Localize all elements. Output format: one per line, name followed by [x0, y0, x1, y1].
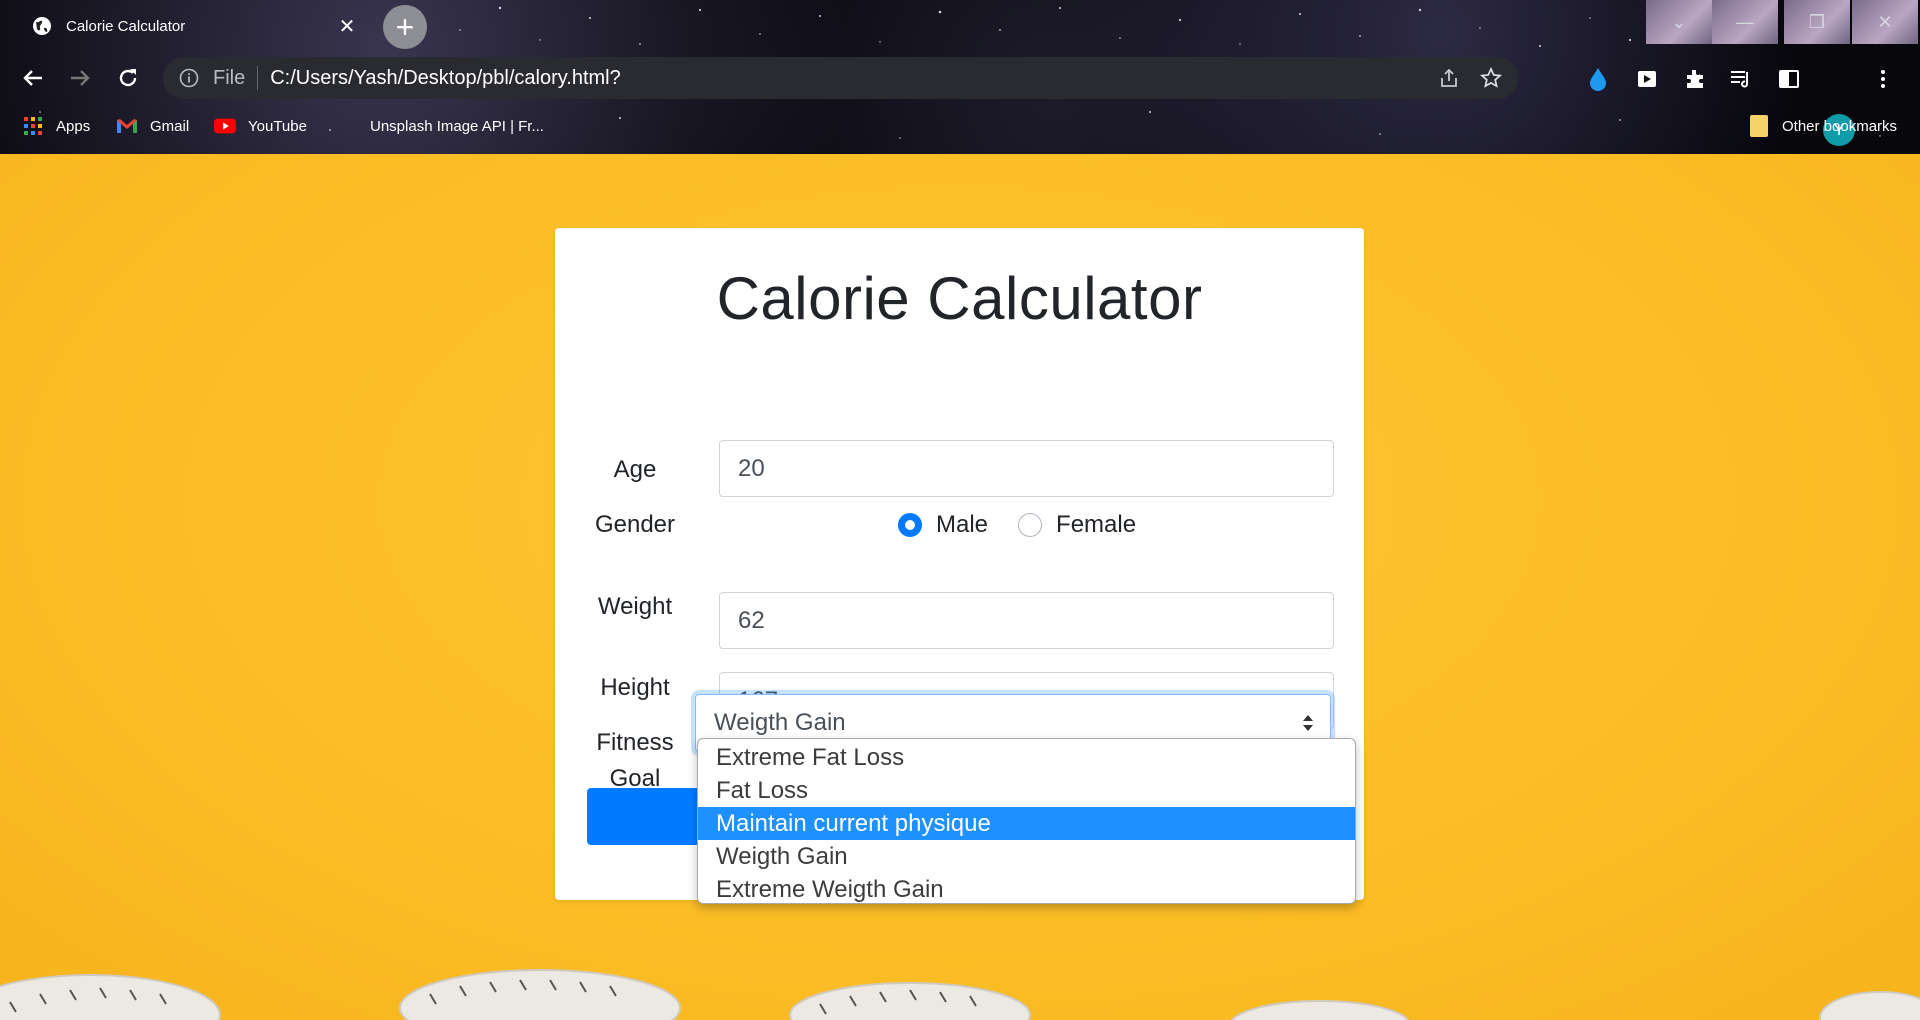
- weight-label: Weight: [597, 593, 673, 620]
- close-tab-icon[interactable]: ✕: [336, 15, 358, 38]
- bookmark-label: YouTube: [248, 117, 307, 135]
- new-tab-button[interactable]: +: [383, 5, 427, 49]
- minimize-icon[interactable]: —: [1712, 0, 1778, 44]
- bookmark-label: Unsplash Image API | Fr...: [370, 117, 544, 135]
- extensions-icon[interactable]: [1680, 64, 1710, 94]
- side-panel-icon[interactable]: [1774, 64, 1804, 94]
- bookmark-gmail[interactable]: Gmail: [116, 114, 189, 138]
- select-arrows-icon: [1303, 715, 1313, 731]
- height-label: Height: [600, 674, 670, 701]
- url-separator: [257, 66, 259, 90]
- age-input[interactable]: 20: [719, 440, 1334, 497]
- menu-icon[interactable]: [1868, 64, 1898, 94]
- gender-female-label[interactable]: Female: [1056, 511, 1136, 539]
- bookmark-label: Other bookmarks: [1782, 117, 1898, 135]
- address-bar[interactable]: File C:/Users/Yash/Desktop/pbl/calory.ht…: [163, 57, 1518, 99]
- bookmarks-bar: Apps Gmail YouTube Unsplash Image API | …: [0, 104, 1920, 148]
- bookmark-youtube[interactable]: YouTube: [214, 114, 307, 138]
- gender-label: Gender: [594, 511, 676, 538]
- gender-female-radio[interactable]: [1018, 513, 1043, 537]
- folder-icon: [1748, 115, 1770, 137]
- back-icon[interactable]: [17, 62, 49, 94]
- forward-icon[interactable]: [64, 62, 96, 94]
- gmail-icon: [116, 115, 138, 137]
- url-text[interactable]: C:/Users/Yash/Desktop/pbl/calory.html?: [270, 67, 1434, 90]
- age-label: Age: [613, 456, 657, 483]
- bookmark-star-icon[interactable]: [1476, 63, 1506, 93]
- fitness-goal-options-list: Extreme Fat Loss Fat Loss Maintain curre…: [697, 738, 1356, 904]
- media-icon[interactable]: [1632, 64, 1662, 94]
- apps-grid-icon: [22, 115, 44, 137]
- fitness-goal-label-line1: Fitness: [596, 729, 674, 756]
- option-extreme-weigth-gain[interactable]: Extreme Weigth Gain: [698, 873, 1355, 903]
- page-title: Calorie Calculator: [716, 265, 1203, 332]
- restore-icon[interactable]: ❐: [1784, 0, 1850, 44]
- bookmark-unsplash[interactable]: Unsplash Image API | Fr...: [336, 114, 544, 138]
- tab-calorie-calculator[interactable]: Calorie Calculator ✕: [10, 6, 362, 46]
- option-maintain-current-physique[interactable]: Maintain current physique: [698, 807, 1355, 840]
- globe-icon: [32, 16, 52, 36]
- tab-search-icon[interactable]: ⌄: [1646, 0, 1712, 44]
- option-fat-loss[interactable]: Fat Loss: [698, 774, 1355, 807]
- reading-list-icon[interactable]: [1726, 64, 1756, 94]
- site-info-icon[interactable]: [177, 66, 201, 90]
- browser-toolbar: File C:/Users/Yash/Desktop/pbl/calory.ht…: [0, 52, 1920, 146]
- bookmark-label: Apps: [56, 117, 91, 135]
- share-icon[interactable]: [1434, 63, 1464, 93]
- weight-input[interactable]: 62: [719, 592, 1334, 649]
- youtube-icon: [214, 115, 236, 137]
- window-close-icon[interactable]: ✕: [1852, 0, 1918, 44]
- gender-male-label[interactable]: Male: [936, 511, 988, 539]
- water-drop-icon[interactable]: [1583, 64, 1613, 94]
- bookmark-other-bookmarks[interactable]: Other bookmarks: [1748, 114, 1897, 138]
- tab-title: Calorie Calculator: [66, 17, 186, 35]
- gender-male-radio[interactable]: [898, 513, 922, 537]
- bookmark-apps[interactable]: Apps: [22, 114, 90, 138]
- url-scheme: File: [213, 66, 246, 89]
- page-viewport: Calorie Calculator Age 20 Gender Male Fe…: [0, 154, 1920, 1020]
- reload-icon[interactable]: [112, 62, 144, 94]
- gender-radio-group: Male Female: [898, 511, 1166, 539]
- tab-bar: Calorie Calculator ✕ + ⌄ — ❐ ✕: [0, 0, 1920, 52]
- option-extreme-fat-loss[interactable]: Extreme Fat Loss: [698, 741, 1355, 774]
- option-weigth-gain[interactable]: Weigth Gain: [698, 840, 1355, 873]
- measuring-tape-image: [0, 969, 1920, 1020]
- bookmark-label: Gmail: [150, 117, 190, 135]
- fitness-goal-selected-value: Weigth Gain: [714, 709, 846, 736]
- unsplash-icon: [336, 115, 358, 137]
- browser-chrome: Calorie Calculator ✕ + ⌄ — ❐ ✕ File C:/U…: [0, 0, 1920, 154]
